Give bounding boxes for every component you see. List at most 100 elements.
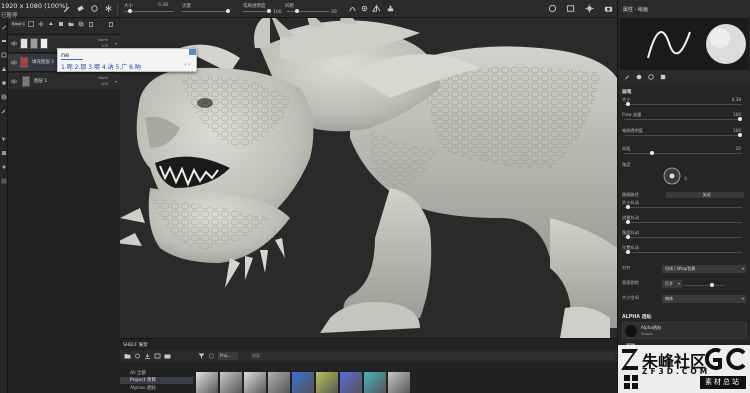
prop-spacing[interactable]: 间距 20 [622,146,747,158]
geometry-tool-icon[interactable] [1,150,7,156]
slider-knob[interactable] [738,133,742,137]
shelf-resource-tile[interactable] [388,372,410,393]
shelf-resource-tile[interactable] [292,372,314,393]
prop-flow-jitter[interactable]: 流量抖动 [622,215,747,227]
prop-backface-culling[interactable]: 背面剔除 打开 ▾ [622,280,747,292]
settings-icon[interactable] [360,4,369,13]
shelf-resource-tile[interactable] [268,372,290,393]
slider-knob[interactable] [710,283,714,287]
slider-knob[interactable] [626,235,630,239]
camera-orbit-icon[interactable] [548,4,557,13]
grid-logo-icon [624,375,638,389]
brush-icon[interactable] [62,4,71,13]
symmetry-icon[interactable] [104,4,113,13]
shelf-resource-tile[interactable] [244,372,266,393]
alpha-selector[interactable]: Alpha透贴 Shape [622,322,747,339]
paint-brush-tool-icon[interactable] [1,24,7,30]
alpha-tab-icon[interactable] [648,74,654,80]
light-icon[interactable] [585,4,594,13]
chevron-down-icon[interactable]: ▾ [115,41,117,46]
uv-tool-icon[interactable] [1,178,7,184]
view-mode-icon[interactable] [566,4,575,13]
mirror-icon[interactable] [372,4,381,13]
channel-select[interactable]: Base Col [11,21,25,27]
delete-layer-icon[interactable] [88,21,94,27]
shelf-resource-tile[interactable] [340,372,362,393]
shelf-resource-tile[interactable] [196,372,218,393]
trash-icon[interactable] [108,21,114,27]
add-layer-icon[interactable] [58,21,64,27]
slider-knob[interactable] [738,117,742,121]
lazy-mouse-icon[interactable] [90,4,99,13]
refresh-icon[interactable] [134,353,141,359]
add-mask-icon[interactable] [28,21,34,27]
add-folder-icon[interactable] [68,21,74,27]
size-slider-knob[interactable] [128,9,132,13]
spacing-slider-knob[interactable] [295,9,299,13]
shelf-category-alphas[interactable]: Alphas 透贴 [120,385,193,392]
prop-stroke-opacity[interactable]: 笔刷透明度 100 [622,128,747,140]
slider-knob[interactable] [626,250,630,254]
shelf-panel: SHELF 展架 Proj... 搜索 All 全部 Project 项目 Al… [120,338,617,393]
clear-filter-icon[interactable] [208,353,215,359]
brush-section-title: 画笔 [622,90,632,95]
material-tab-icon[interactable] [636,74,642,80]
eraser-icon[interactable] [76,4,85,13]
import-icon[interactable] [144,353,151,359]
flow-slider-knob[interactable] [226,9,230,13]
smudge-tool-icon[interactable] [1,80,7,86]
chevron-down-icon[interactable]: ▾ [115,79,117,84]
shelf-resource-tile[interactable] [364,372,386,393]
prop-size[interactable]: 大小 0.38 [622,97,747,109]
ime-candidate-list[interactable]: 1.呢 2.那 3.哪 4.讷 5.广 6.呐 [61,62,141,71]
ime-candidate-popup[interactable]: ne 1.呢 2.那 3.哪 4.讷 5.广 6.呐 ‹ › [57,48,197,72]
prop-angle[interactable]: 角度 0 [622,162,747,188]
ime-page-nav[interactable]: ‹ › [184,62,190,68]
pressure-icon[interactable] [348,4,357,13]
size-param[interactable]: 大小 0.38 [124,3,178,15]
shelf-resource-tile[interactable] [316,372,338,393]
visibility-eye-icon[interactable] [11,60,17,65]
visibility-eye-icon[interactable] [11,41,17,46]
polygon-fill-tool-icon[interactable] [1,66,7,72]
prop-flow[interactable]: Flow 流量 100 [622,112,747,124]
export-icon[interactable] [154,353,161,359]
slider-knob[interactable] [626,205,630,209]
add-effect-icon[interactable] [38,21,44,27]
eraser-tool-icon[interactable] [1,38,7,44]
fill-tool-icon[interactable] [1,164,7,170]
color-picker-tool-icon[interactable] [1,108,7,114]
clone-tool-icon[interactable] [1,94,7,100]
add-fill-layer-icon[interactable] [48,21,54,27]
site-watermark: 朱峰社区 ZF3D.COM 素材总站 [618,345,750,393]
prop-angle-jitter[interactable]: 角度抖动 [622,230,747,242]
stencil-tab-icon[interactable] [660,74,666,80]
prop-alignment[interactable]: 对齐 切线 | Wrap包裹 ▾ [622,265,747,277]
prop-size-space[interactable]: 大小空间 物体 ▾ [622,295,747,307]
shelf-category-all[interactable]: All 全部 [120,370,193,377]
screenshot-camera-icon[interactable] [604,4,613,13]
projection-tool-icon[interactable] [1,52,7,58]
prop-position-jitter[interactable]: 位置抖动 [622,245,747,257]
visibility-eye-icon[interactable] [11,79,17,84]
stroke-opacity-slider-knob[interactable] [267,9,271,13]
stamp-icon[interactable] [386,4,395,13]
brush-tab-icon[interactable] [624,74,630,80]
folder-icon[interactable] [124,353,131,359]
open-folder-icon[interactable] [164,353,171,359]
duplicate-layer-icon[interactable] [78,21,84,27]
slider-knob[interactable] [650,151,654,155]
slider-knob[interactable] [626,220,630,224]
flow-param[interactable]: 流量 [182,3,234,15]
prop-size-jitter[interactable]: 大小抖动 [622,200,747,212]
layer-row[interactable]: 图层 1 Norm 100 ▾ [8,73,120,91]
angle-dial[interactable] [662,166,682,186]
slider-knob[interactable] [626,102,630,106]
filter-icon[interactable] [198,353,205,359]
shelf-resource-tile[interactable] [220,372,242,393]
spacing-param[interactable]: 间距 20 [285,3,341,15]
shelf-search-input[interactable]: 搜索 [250,352,615,360]
shelf-scope-select[interactable]: Proj... [218,352,238,360]
selection-tool-icon[interactable] [1,136,7,142]
shelf-category-project[interactable]: Project 项目 [120,377,193,384]
